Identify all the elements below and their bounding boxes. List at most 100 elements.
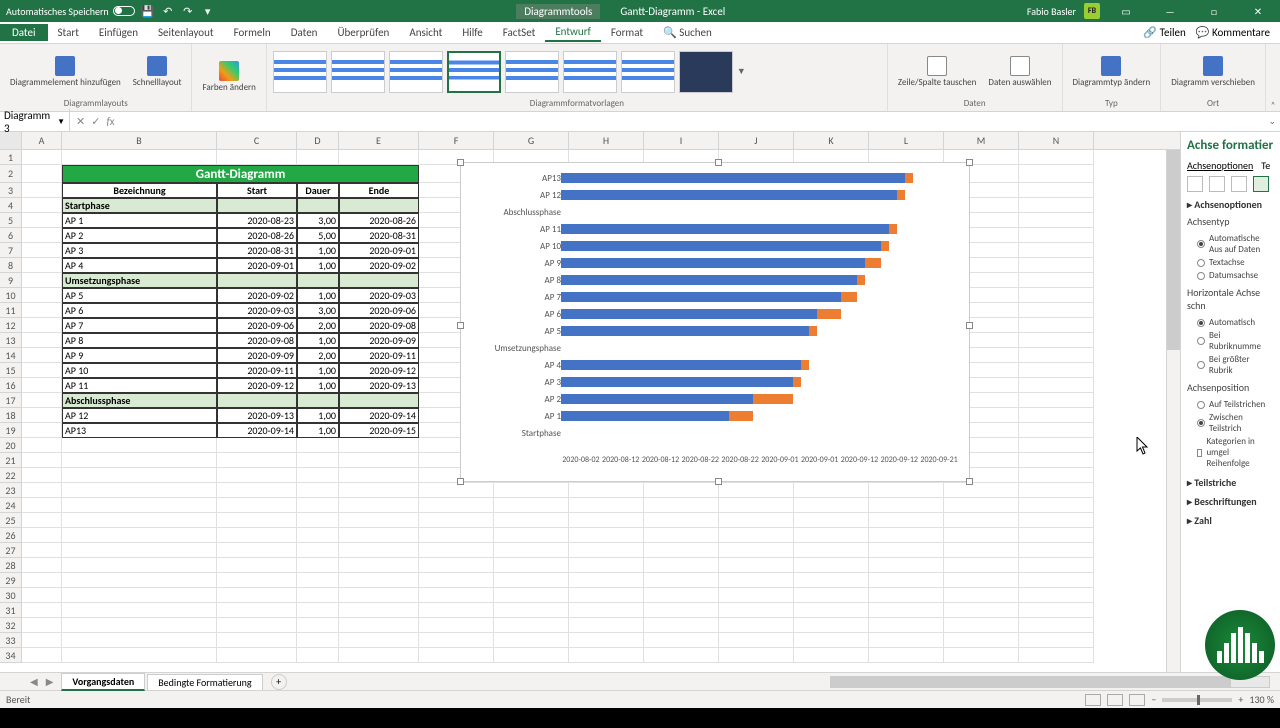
section-axis-options[interactable]: ▸ Achsenoptionen [1187,198,1274,211]
cell[interactable] [644,618,719,633]
cell[interactable] [22,303,62,318]
ribbon-options-icon[interactable]: ▭ [1108,0,1144,22]
menu-format[interactable]: Format [601,24,653,41]
cell[interactable] [569,618,644,633]
cell[interactable] [297,588,339,603]
cell[interactable]: 3,00 [297,303,339,318]
cell[interactable] [719,633,794,648]
opt-between-ticks[interactable]: Zwischen Teilstrich [1187,411,1274,435]
cell[interactable]: 2,00 [297,348,339,363]
cell[interactable] [62,618,217,633]
cell[interactable] [794,603,869,618]
cell[interactable]: AP13 [62,423,217,438]
cell[interactable] [1019,648,1094,663]
cell[interactable]: 2020-09-03 [217,303,297,318]
opt-category-num[interactable]: Bei Rubriknumme [1187,329,1274,353]
cell[interactable] [944,498,1019,513]
chart-bar-duration[interactable] [753,394,793,404]
row-header[interactable]: 29 [0,573,22,588]
cell[interactable] [494,603,569,618]
cell[interactable]: 2020-09-15 [339,423,419,438]
normal-view-icon[interactable] [1085,694,1101,706]
cell[interactable] [22,633,62,648]
cell[interactable] [62,543,217,558]
cell[interactable]: 2020-09-14 [339,408,419,423]
row-header[interactable]: 19 [0,423,22,438]
cell[interactable] [22,468,62,483]
row-header[interactable]: 30 [0,588,22,603]
expand-formula-icon[interactable]: ⌄ [1264,116,1280,127]
cell[interactable]: 1,00 [297,288,339,303]
cell[interactable] [719,513,794,528]
spreadsheet-grid[interactable]: A B C D E F G H I J K L M N 12Gantt-Diag… [0,132,1180,672]
cell[interactable] [944,588,1019,603]
chart-bar-offset[interactable] [561,224,889,234]
zoom-in-icon[interactable]: + [1238,693,1243,706]
cell[interactable] [1019,498,1094,513]
cell[interactable]: 1,00 [297,408,339,423]
cell[interactable] [62,150,217,165]
cell[interactable] [62,438,217,453]
row-header[interactable]: 28 [0,558,22,573]
cell[interactable]: 1,00 [297,243,339,258]
cell[interactable]: Bezeichnung [62,183,217,198]
zoom-level[interactable]: 130 % [1249,693,1274,706]
cell[interactable] [297,633,339,648]
zoom-slider[interactable] [1162,698,1232,702]
table-title[interactable]: Gantt-Diagramm [62,165,419,183]
cell[interactable] [719,543,794,558]
col-header[interactable]: E [339,132,419,149]
cell[interactable]: 1,00 [297,333,339,348]
cancel-formula-icon[interactable]: ✕ [76,115,85,128]
cell[interactable]: 2020-09-06 [339,303,419,318]
cell[interactable] [869,633,944,648]
cell[interactable] [22,243,62,258]
col-header[interactable]: A [22,132,62,149]
cell[interactable] [719,603,794,618]
horizontal-scrollbar[interactable] [830,676,1270,688]
cell[interactable] [1019,453,1094,468]
chart-style-7[interactable] [621,51,675,93]
cell[interactable] [62,573,217,588]
cell[interactable] [869,588,944,603]
cell[interactable] [1019,183,1094,198]
undo-icon[interactable]: ↶ [161,4,175,18]
chart-bar-offset[interactable] [561,173,905,183]
cell[interactable]: 2020-09-13 [217,408,297,423]
cell[interactable] [1019,393,1094,408]
cell[interactable] [644,603,719,618]
cell[interactable] [217,498,297,513]
cell[interactable] [62,558,217,573]
row-header[interactable]: 4 [0,198,22,213]
cell[interactable] [217,468,297,483]
cell[interactable] [1019,165,1094,183]
cell[interactable] [297,558,339,573]
row-header[interactable]: 24 [0,498,22,513]
cell[interactable] [719,498,794,513]
cell[interactable] [719,483,794,498]
cell[interactable] [419,528,494,543]
cell[interactable] [22,558,62,573]
cell[interactable] [297,603,339,618]
cell[interactable]: AP 8 [62,333,217,348]
row-header[interactable]: 26 [0,528,22,543]
chart-bar-duration[interactable] [889,224,897,234]
sheet-tab-formatting[interactable]: Bedingte Formatierung [147,674,262,690]
cell[interactable] [22,288,62,303]
cell[interactable] [297,438,339,453]
cell[interactable] [1019,318,1094,333]
cell[interactable] [419,483,494,498]
cell[interactable] [22,528,62,543]
add-sheet-button[interactable]: + [271,674,287,690]
cell[interactable] [22,573,62,588]
row-header[interactable]: 34 [0,648,22,663]
row-header[interactable]: 9 [0,273,22,288]
menu-data[interactable]: Daten [281,24,328,41]
row-header[interactable]: 16 [0,378,22,393]
cell[interactable] [217,618,297,633]
cell[interactable] [644,483,719,498]
cell[interactable] [339,528,419,543]
vertical-scrollbar[interactable] [1166,150,1180,672]
cell[interactable] [339,603,419,618]
cell[interactable] [569,543,644,558]
